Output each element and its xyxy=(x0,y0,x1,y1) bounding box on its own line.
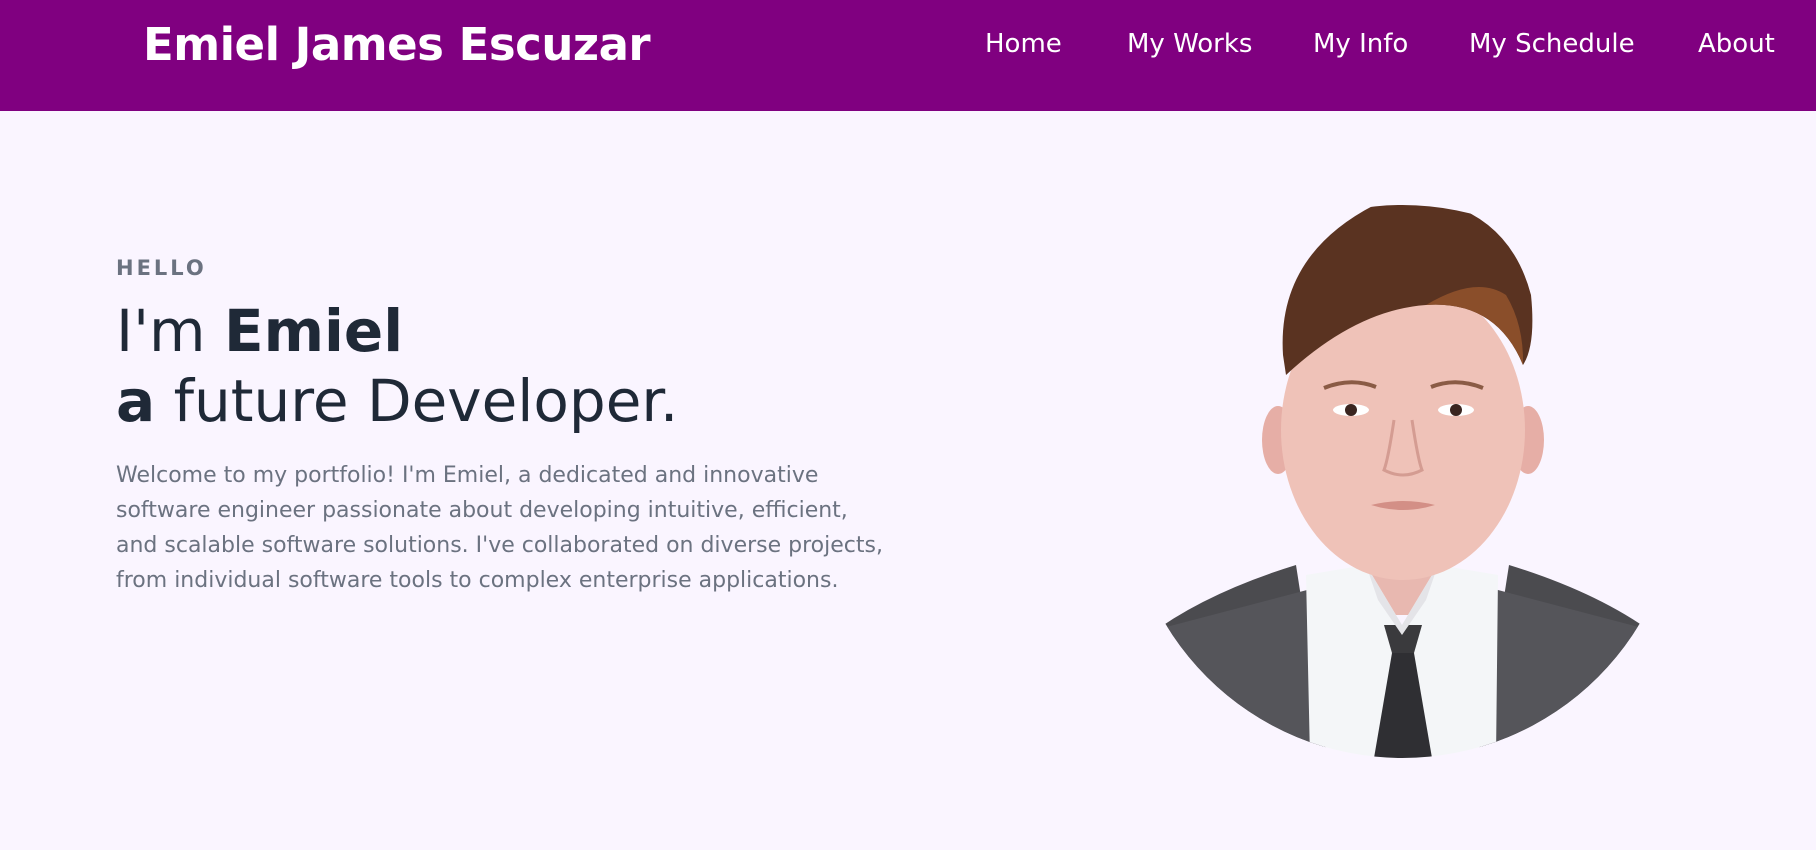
site-brand[interactable]: Emiel James Escuzar xyxy=(143,18,651,71)
portrait-illustration xyxy=(1126,205,1679,758)
nav-about[interactable]: About xyxy=(1698,29,1775,59)
headline-prefix: I'm xyxy=(116,297,224,365)
top-navbar: Emiel James Escuzar Home My Works My Inf… xyxy=(0,0,1816,111)
nav-my-works[interactable]: My Works xyxy=(1127,29,1252,59)
nav-my-info[interactable]: My Info xyxy=(1313,29,1408,59)
headline-role: future Developer. xyxy=(155,367,679,435)
headline-article: a xyxy=(116,367,156,435)
nav-home[interactable]: Home xyxy=(985,29,1062,59)
profile-portrait xyxy=(1126,205,1679,758)
headline-name: Emiel xyxy=(224,297,404,365)
hero-headline: I'm Emiel a future Developer. xyxy=(116,296,678,436)
nav-my-schedule[interactable]: My Schedule xyxy=(1469,29,1635,59)
hero-intro: Welcome to my portfolio! I'm Emiel, a de… xyxy=(116,463,883,593)
hero-kicker: HELLO xyxy=(116,256,207,280)
